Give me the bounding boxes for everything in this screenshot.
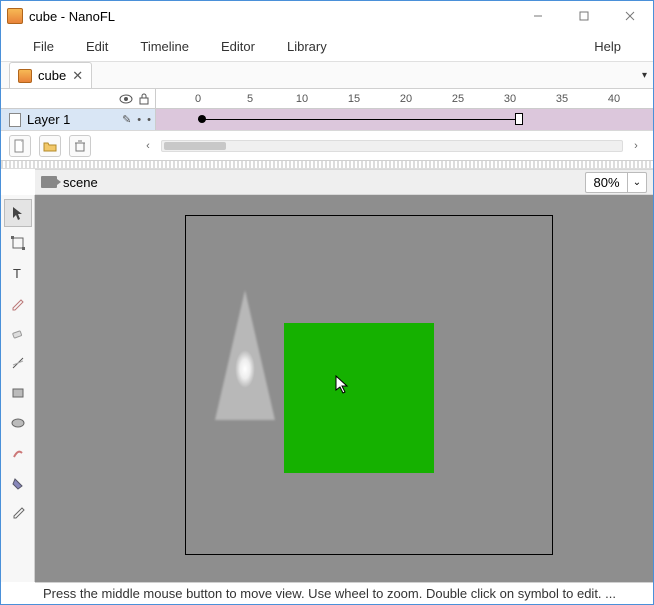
layer-name-cell[interactable]: Layer 1 ✎ • • (1, 109, 156, 130)
app-icon (7, 8, 23, 24)
close-tab-icon[interactable]: ✕ (72, 68, 83, 84)
workspace: T (1, 195, 653, 582)
zoom-dropdown-icon[interactable]: ⌄ (628, 173, 646, 192)
menu-help[interactable]: Help (578, 39, 637, 54)
status-text: Press the middle mouse button to move vi… (43, 586, 616, 601)
timeline-hscrollbar[interactable]: ‹ › (139, 140, 645, 152)
layer-type-icon (9, 113, 21, 127)
layer-name-label: Layer 1 (27, 112, 70, 127)
mouse-cursor-icon (335, 375, 351, 395)
oval-tool[interactable] (4, 409, 32, 437)
visibility-dot-icon[interactable]: • (137, 114, 141, 126)
keyframe-start[interactable] (198, 115, 206, 123)
ruler-tick: 0 (195, 93, 201, 105)
menu-timeline[interactable]: Timeline (124, 39, 205, 54)
layer-frame-track[interactable] (156, 109, 653, 130)
visibility-toggle-icon[interactable] (119, 92, 133, 106)
svg-text:T: T (13, 266, 21, 281)
scroll-track[interactable] (161, 140, 623, 152)
eyedropper-tool[interactable] (4, 499, 32, 527)
fill-tool[interactable] (4, 469, 32, 497)
menu-edit[interactable]: Edit (70, 39, 124, 54)
delete-layer-button[interactable] (69, 135, 91, 157)
ruler-tick: 35 (556, 93, 568, 105)
maximize-button[interactable] (561, 1, 607, 31)
zoom-value[interactable]: 80% (586, 173, 628, 192)
close-button[interactable] (607, 1, 653, 31)
document-tabstrip: cube ✕ ▾ (1, 61, 653, 89)
timeline-header: 0 5 10 15 20 25 30 35 40 (1, 89, 653, 109)
window-controls (515, 1, 653, 31)
timeline-header-toggles (1, 89, 156, 108)
selection-tool[interactable] (4, 199, 32, 227)
text-tool[interactable]: T (4, 259, 32, 287)
lock-dot-icon[interactable]: • (147, 114, 151, 126)
ruler-tick: 40 (608, 93, 620, 105)
scene-icon (41, 176, 57, 188)
document-tab-label: cube (38, 68, 66, 83)
ruler-tick: 30 (504, 93, 516, 105)
timeline-ruler[interactable]: 0 5 10 15 20 25 30 35 40 (156, 89, 653, 108)
transform-tool[interactable] (4, 229, 32, 257)
ruler-tick: 20 (400, 93, 412, 105)
lock-toggle-icon[interactable] (137, 92, 151, 106)
cone-object[interactable] (215, 290, 275, 425)
line-tool[interactable] (4, 349, 32, 377)
ruler-tick: 25 (452, 93, 464, 105)
pencil-icon[interactable]: ✎ (122, 113, 131, 126)
tool-panel: T (1, 195, 35, 582)
canvas[interactable] (35, 195, 653, 582)
tween-span (198, 119, 523, 120)
document-icon (18, 69, 32, 83)
pencil-tool[interactable] (4, 289, 32, 317)
rectangle-tool[interactable] (4, 379, 32, 407)
ruler-tick: 15 (348, 93, 360, 105)
zoom-control[interactable]: 80% ⌄ (585, 172, 647, 193)
statusbar: Press the middle mouse button to move vi… (35, 582, 653, 604)
eraser-tool[interactable] (4, 319, 32, 347)
layer-row[interactable]: Layer 1 ✎ • • (1, 109, 653, 131)
menu-file[interactable]: File (17, 39, 70, 54)
panel-resize-grip[interactable] (1, 161, 653, 169)
tab-overflow-button[interactable]: ▾ (642, 70, 647, 81)
scroll-left-icon[interactable]: ‹ (139, 140, 157, 152)
scroll-right-icon[interactable]: › (627, 140, 645, 152)
scene-label[interactable]: scene (63, 175, 98, 190)
titlebar: cube - NanoFL (1, 1, 653, 31)
minimize-button[interactable] (515, 1, 561, 31)
ruler-tick: 10 (296, 93, 308, 105)
menu-library[interactable]: Library (271, 39, 343, 54)
new-folder-button[interactable] (39, 135, 61, 157)
menu-editor[interactable]: Editor (205, 39, 271, 54)
brush-tool[interactable] (4, 439, 32, 467)
window-title: cube - NanoFL (29, 9, 515, 24)
menubar: File Edit Timeline Editor Library Help (1, 31, 653, 61)
keyframe-end[interactable] (515, 113, 523, 125)
layer-toolbar: ‹ › (1, 131, 653, 161)
scroll-thumb[interactable] (164, 142, 226, 150)
document-tab[interactable]: cube ✕ (9, 62, 92, 88)
new-layer-button[interactable] (9, 135, 31, 157)
scene-bar: scene 80% ⌄ (35, 169, 653, 195)
ruler-tick: 5 (247, 93, 253, 105)
green-square-object[interactable] (284, 323, 434, 473)
